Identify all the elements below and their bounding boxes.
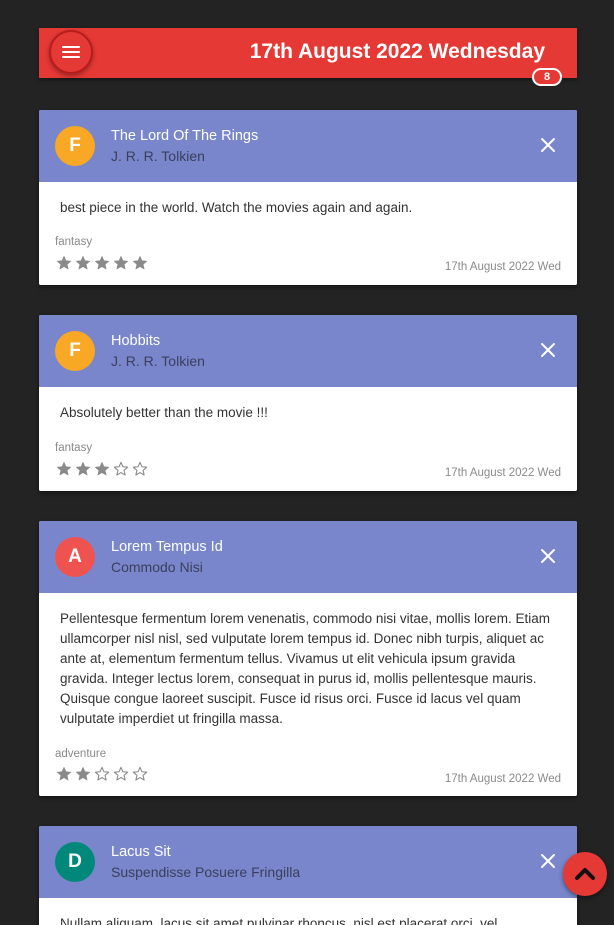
- book-author: J. R. R. Tolkien: [111, 148, 205, 164]
- hamburger-menu-icon-bar: [62, 56, 80, 58]
- card-header: F Hobbits J. R. R. Tolkien: [39, 315, 577, 387]
- hamburger-menu-icon-bar: [62, 51, 80, 53]
- review-card: D Lacus Sit Suspendisse Posuere Fringill…: [39, 826, 577, 925]
- review-text: Absolutely better than the movie !!!: [60, 405, 268, 420]
- menu-button[interactable]: [49, 30, 93, 74]
- star-filled-icon: [133, 255, 147, 270]
- genre-label: adventure: [55, 748, 107, 760]
- avatar: D: [55, 842, 95, 882]
- book-title: Lorem Tempus Id: [111, 539, 223, 555]
- book-author: Commodo Nisi: [111, 559, 203, 575]
- star-filled-icon: [57, 462, 71, 476]
- genre-label: fantasy: [55, 442, 93, 454]
- app-header: 17th August 2022 Wednesday 8: [39, 28, 577, 86]
- star-filled-icon: [114, 255, 128, 270]
- star-outline-icon: [94, 766, 110, 781]
- scroll-to-top-button[interactable]: [563, 852, 607, 896]
- card-header: A Lorem Tempus Id Commodo Nisi: [39, 521, 577, 593]
- star-filled-icon: [57, 255, 71, 270]
- close-icon[interactable]: [537, 339, 559, 361]
- star-rating: [56, 461, 148, 479]
- review-date: 17th August 2022 Wed: [444, 773, 561, 785]
- avatar: F: [55, 126, 95, 166]
- close-icon[interactable]: [537, 545, 559, 567]
- review-date: 17th August 2022 Wed: [444, 261, 561, 273]
- book-title: Hobbits: [111, 333, 161, 349]
- close-icon[interactable]: [537, 134, 559, 156]
- review-card: F The Lord Of The Rings J. R. R. Tolkien…: [39, 110, 577, 285]
- review-card: F Hobbits J. R. R. Tolkien Absolutely be…: [39, 315, 577, 491]
- review-text: best piece in the world. Watch the movie…: [60, 200, 413, 215]
- star-outline-icon: [132, 461, 148, 476]
- star-filled-icon: [95, 255, 109, 270]
- star-rating: [56, 255, 148, 273]
- review-text: Nullam aliquam, lacus sit amet pulvinar …: [60, 916, 498, 925]
- card-header: D Lacus Sit Suspendisse Posuere Fringill…: [39, 826, 577, 898]
- avatar: A: [55, 537, 95, 577]
- star-outline-icon: [113, 461, 129, 476]
- header-date-title: 17th August 2022 Wednesday: [249, 40, 545, 63]
- review-text: Pellentesque fermentum lorem venenatis, …: [60, 611, 550, 726]
- review-date: 17th August 2022 Wed: [444, 467, 561, 479]
- star-filled-icon: [95, 462, 109, 476]
- star-filled-icon: [57, 767, 71, 781]
- card-body: Absolutely better than the movie !!! fan…: [39, 387, 577, 491]
- book-author: J. R. R. Tolkien: [111, 353, 205, 369]
- card-body: Pellentesque fermentum lorem venenatis, …: [39, 593, 577, 796]
- close-icon[interactable]: [537, 850, 559, 872]
- star-outline-icon: [132, 766, 148, 781]
- avatar: F: [55, 331, 95, 371]
- count-badge: 8: [532, 68, 562, 86]
- star-filled-icon: [76, 462, 90, 476]
- card-header: F The Lord Of The Rings J. R. R. Tolkien: [39, 110, 577, 182]
- chevron-up-icon: [575, 868, 595, 880]
- card-body: best piece in the world. Watch the movie…: [39, 182, 577, 285]
- review-card: A Lorem Tempus Id Commodo Nisi Pellentes…: [39, 521, 577, 796]
- star-filled-icon: [76, 255, 90, 270]
- star-rating: [56, 766, 148, 784]
- page: 17th August 2022 Wednesday 8 F The Lord …: [0, 0, 614, 925]
- book-author: Suspendisse Posuere Fringilla: [111, 864, 301, 880]
- book-title: The Lord Of The Rings: [111, 128, 259, 144]
- card-body: Nullam aliquam, lacus sit amet pulvinar …: [39, 898, 577, 925]
- hamburger-menu-icon: [62, 46, 80, 48]
- star-filled-icon: [76, 767, 90, 781]
- star-outline-icon: [113, 766, 129, 781]
- book-title: Lacus Sit: [111, 844, 171, 860]
- genre-label: fantasy: [55, 236, 93, 248]
